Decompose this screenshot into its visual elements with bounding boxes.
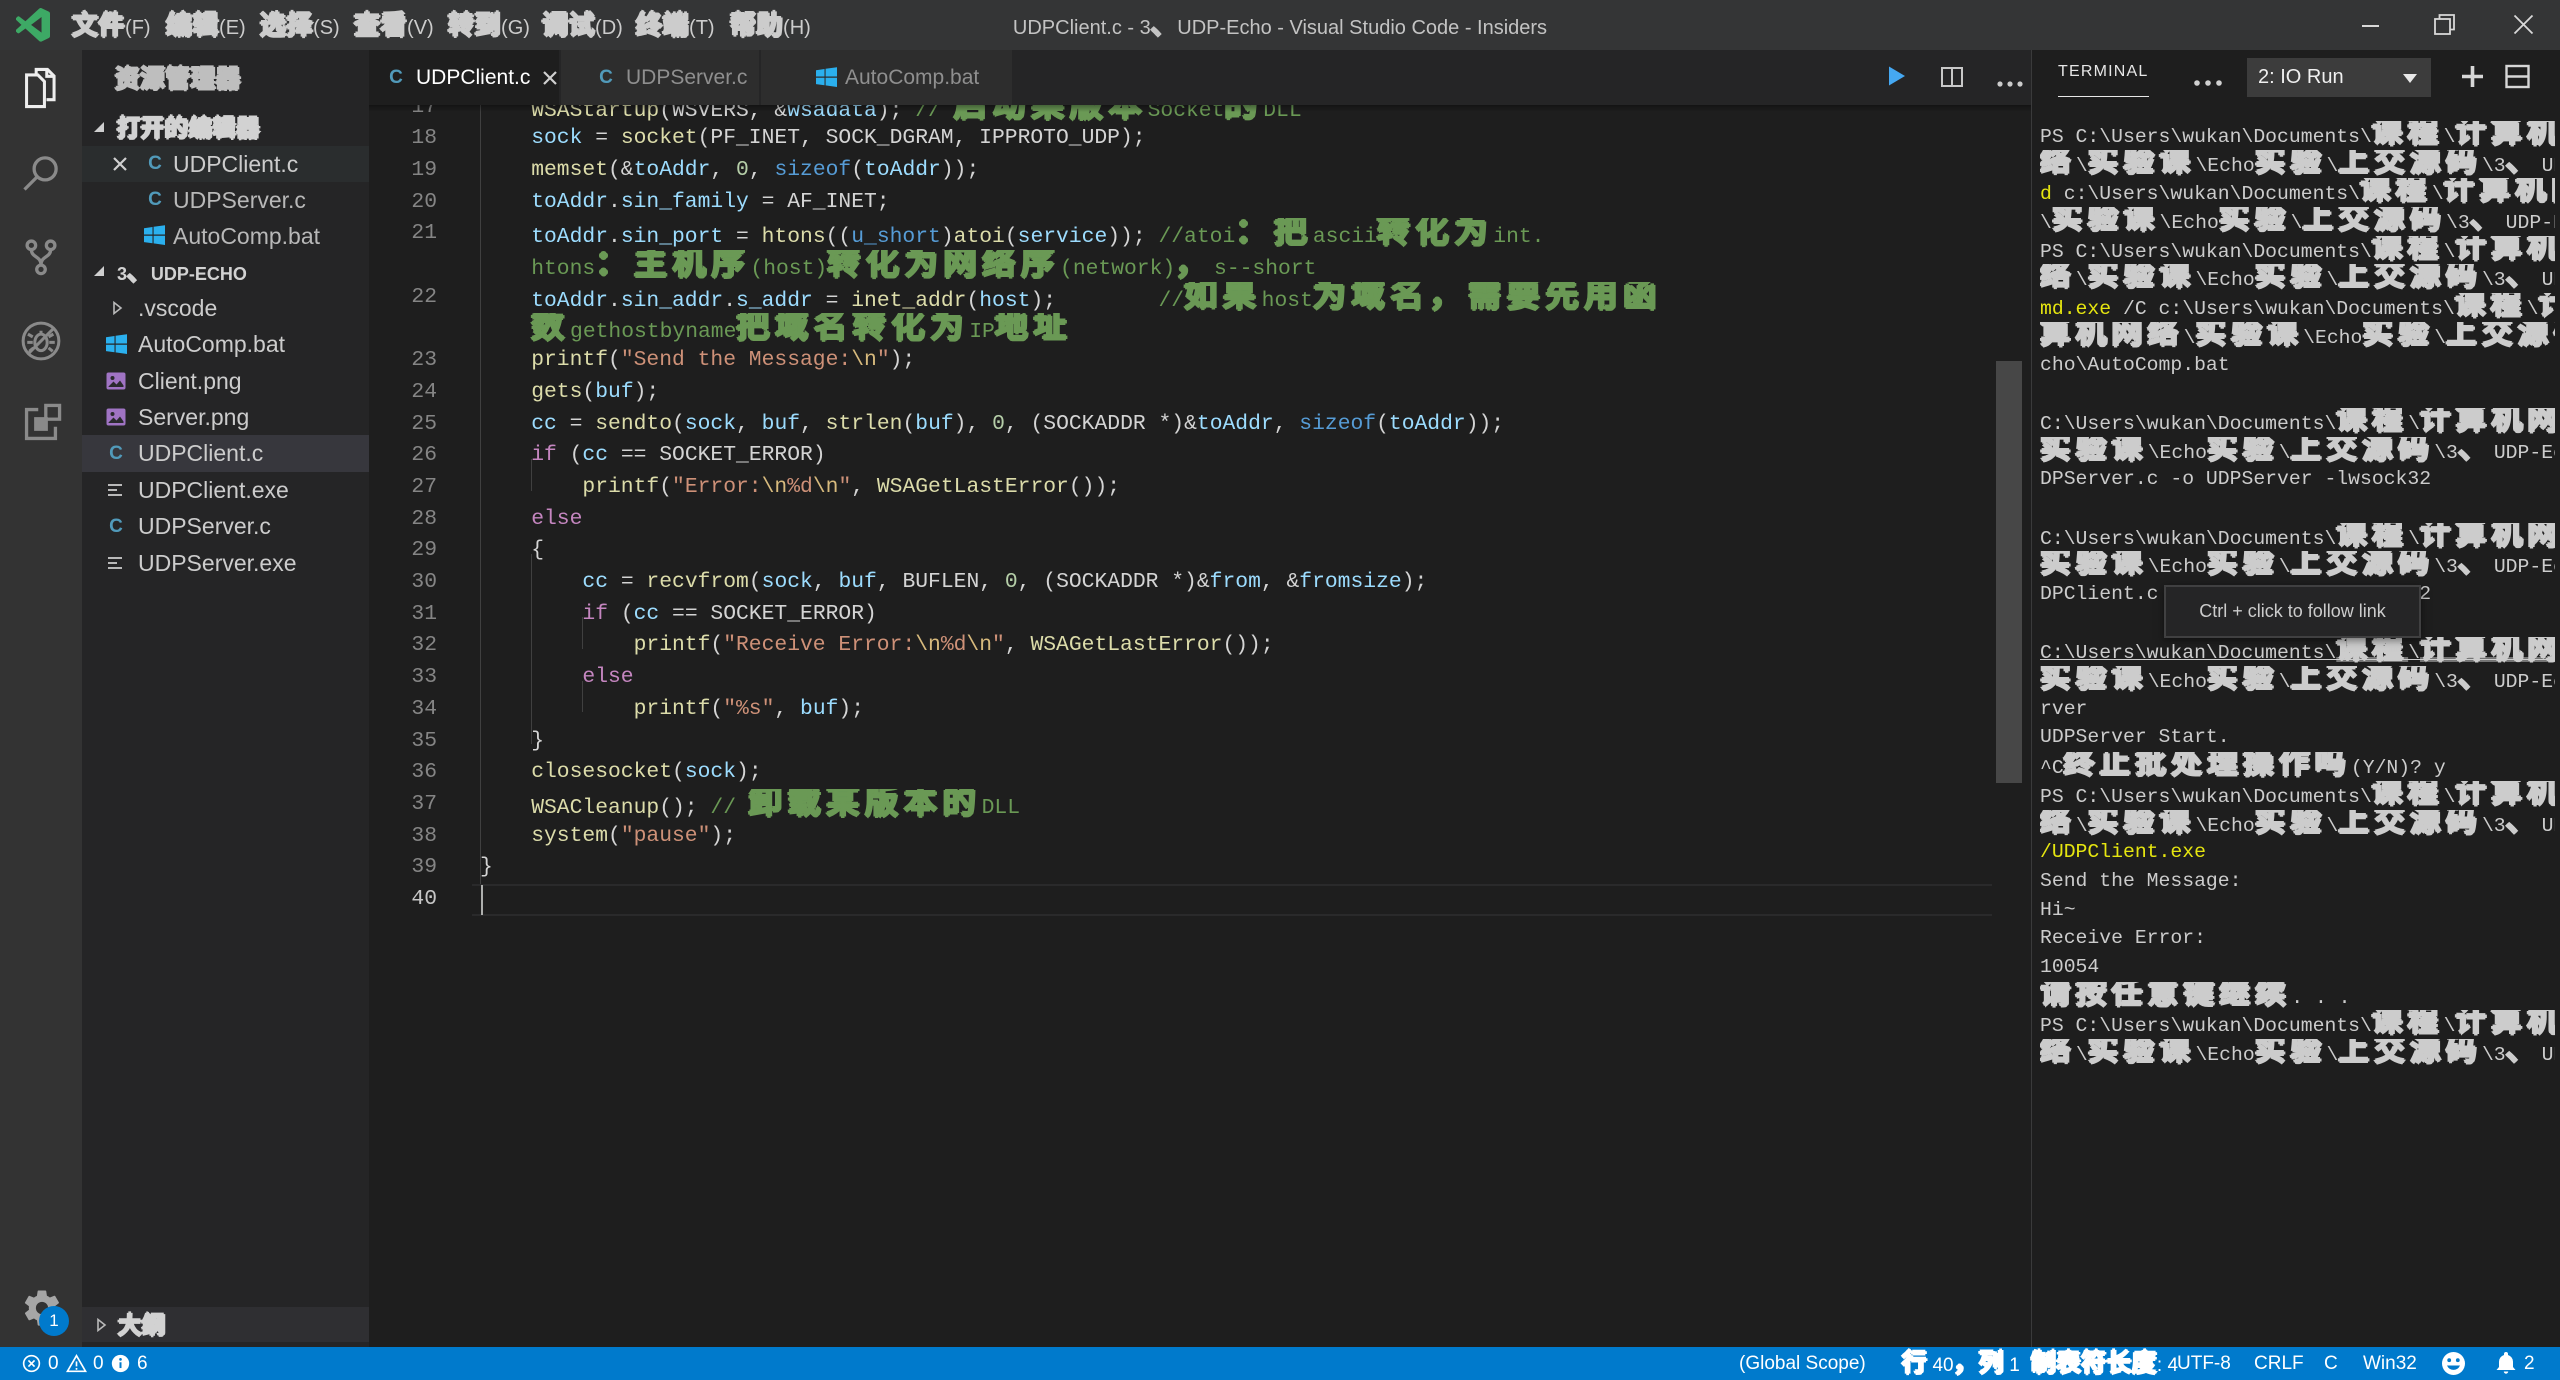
svg-text:C: C <box>389 67 403 88</box>
svg-text:C: C <box>109 443 123 464</box>
svg-text:C: C <box>148 189 162 210</box>
svg-text:C: C <box>599 67 613 88</box>
svg-text:C: C <box>148 153 162 174</box>
svg-text:C: C <box>109 516 123 537</box>
